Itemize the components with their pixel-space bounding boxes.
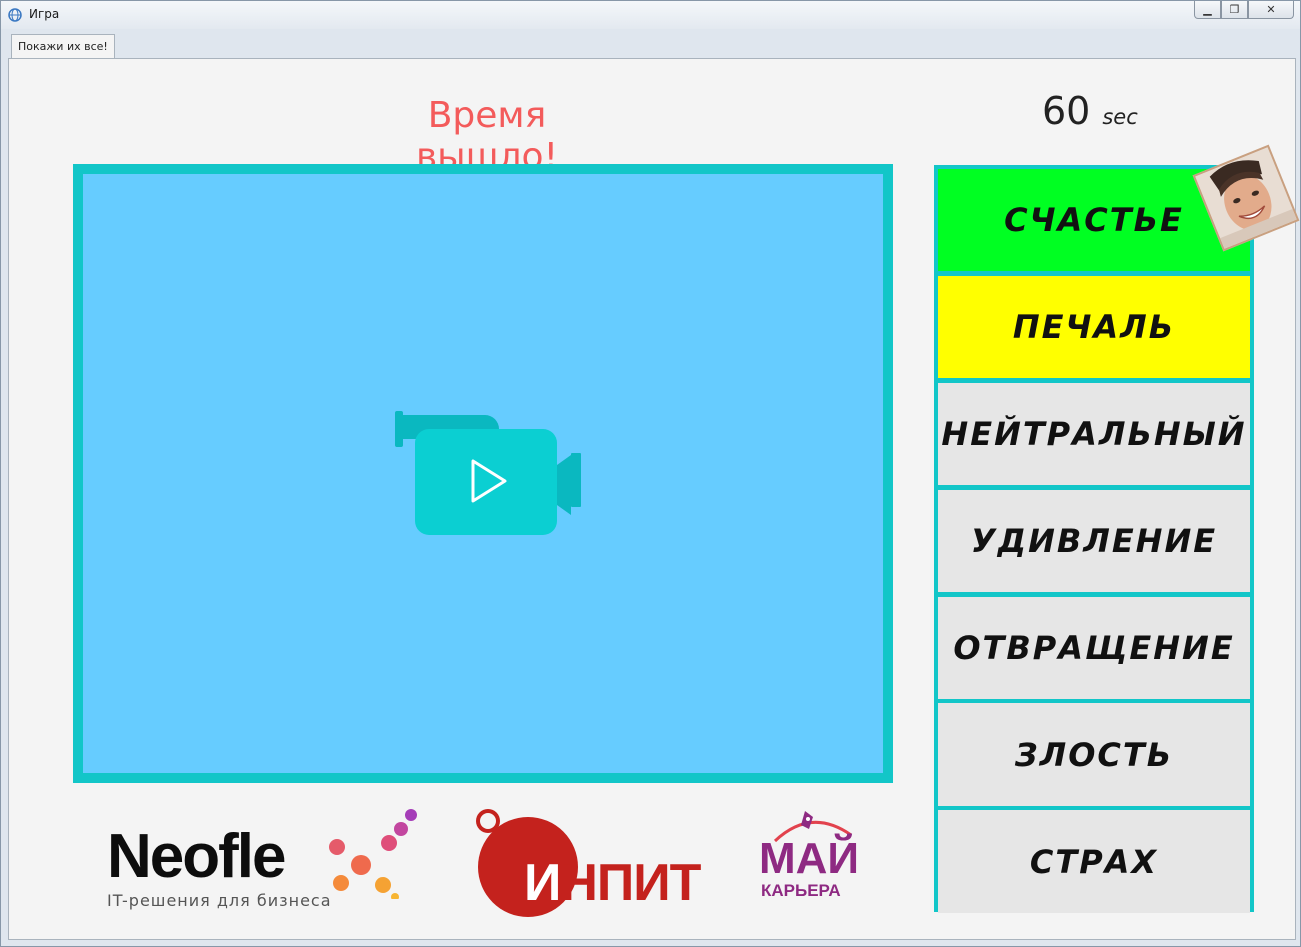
emotion-buttons: СЧАСТЬЕ ПЕЧАЛЬ НЕЙТРАЛЬНЫЙ УДИВЛЕНИЕ ОТВ…	[934, 165, 1254, 913]
emotion-button-surprise[interactable]: УДИВЛЕНИЕ	[938, 489, 1250, 593]
video-player[interactable]	[73, 164, 893, 783]
mai-wordmark: МАЙ	[759, 834, 860, 883]
game-window: Игра ▁ ❐ ✕ Покажи их все! Время вышло! 6…	[0, 0, 1301, 947]
emotion-button-disgust[interactable]: ОТВРАЩЕНИЕ	[938, 596, 1250, 699]
emotion-button-fear[interactable]: СТРАХ	[938, 810, 1250, 913]
emotion-button-anger[interactable]: ЗЛОСТЬ	[938, 703, 1250, 806]
tab-bar: Покажи их все!	[8, 29, 1296, 59]
close-icon: ✕	[1266, 3, 1276, 16]
emotion-button-sadness[interactable]: ПЕЧАЛЬ	[938, 275, 1250, 379]
minimize-icon: ▁	[1203, 3, 1212, 16]
inpit-wordmark: ИНПИТ	[524, 854, 701, 912]
sponsor-logos: Neofle IT-решения для бизнеса ИНПИТ МАЙ …	[99, 807, 879, 927]
minimize-button[interactable]: ▁	[1194, 1, 1221, 19]
neoflex-wordmark: Neofle	[107, 822, 286, 891]
emotion-button-neutral[interactable]: НЕЙТРАЛЬНЫЙ	[938, 382, 1250, 486]
neoflex-x-mark	[329, 809, 417, 899]
app-icon	[8, 8, 22, 22]
tab-show-them-all[interactable]: Покажи их все!	[11, 34, 115, 59]
game-panel: Время вышло! 60 sec СЧАСТЬЕ ПЕЧАЛЬ НЕЙТР…	[8, 58, 1300, 940]
video-camera-play-icon[interactable]	[389, 403, 589, 543]
neoflex-tagline: IT-решения для бизнеса	[107, 891, 332, 910]
close-button[interactable]: ✕	[1248, 1, 1294, 19]
mai-subtitle: КАРЬЕРА	[761, 881, 841, 900]
window-title: Игра	[29, 7, 60, 21]
timer-value: 60	[1042, 89, 1091, 133]
restore-icon: ❐	[1229, 3, 1240, 16]
neoflex-logo: Neofle IT-решения для бизнеса	[99, 807, 429, 917]
title-bar[interactable]: Игра ▁ ❐ ✕	[1, 1, 1300, 29]
timer: 60 sec	[1042, 89, 1138, 133]
restore-button[interactable]: ❐	[1221, 1, 1248, 19]
inpit-logo: ИНПИТ	[472, 807, 712, 922]
mai-career-logo: МАЙ КАРЬЕРА	[751, 807, 871, 922]
timer-unit: sec	[1102, 105, 1138, 129]
